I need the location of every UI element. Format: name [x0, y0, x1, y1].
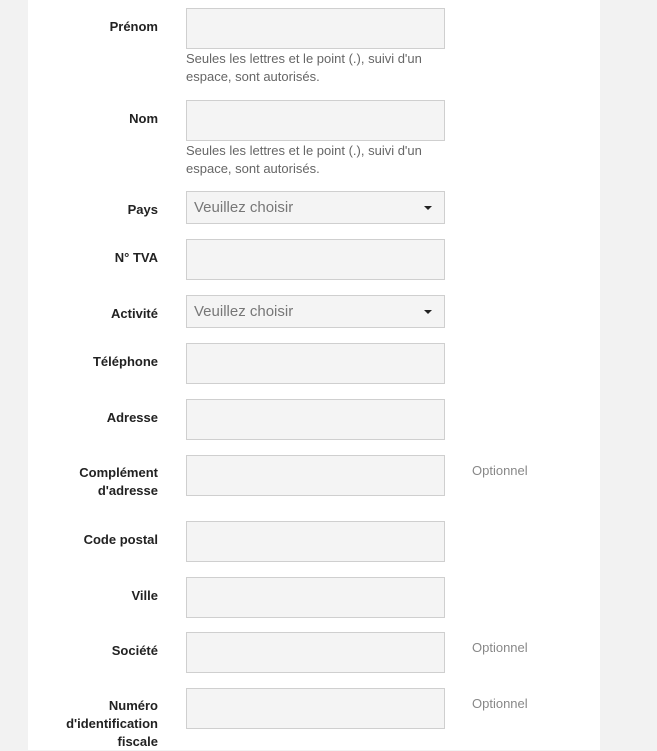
numero-fiscal-input[interactable] — [186, 688, 445, 729]
field-label: Complément d'adresse — [79, 465, 158, 498]
field-label: Nom — [129, 111, 158, 126]
select-value: Veuillez choisir — [194, 199, 294, 216]
nom-input[interactable] — [186, 100, 445, 141]
field-label: Pays — [127, 202, 158, 217]
help-text: Seules les lettres et le point (.), suiv… — [186, 143, 422, 176]
select-value: Veuillez choisir — [194, 303, 294, 320]
optional-label: Optionnel — [472, 640, 528, 655]
field-label: Prénom — [109, 19, 158, 34]
help-text: Seules les lettres et le point (.), suiv… — [186, 51, 422, 84]
field-label: Ville — [131, 588, 158, 603]
code-postal-input[interactable] — [186, 521, 445, 562]
societe-input[interactable] — [186, 632, 445, 673]
optional-label: Optionnel — [472, 696, 528, 711]
field-label: Numéro d'identification fiscale — [66, 698, 158, 749]
tva-input[interactable] — [186, 239, 445, 280]
activite-select[interactable]: Veuillez choisir — [186, 295, 445, 328]
field-label: Activité — [111, 306, 158, 321]
telephone-input[interactable] — [186, 343, 445, 384]
caret-down-icon — [424, 310, 432, 314]
optional-label: Optionnel — [472, 463, 528, 478]
caret-down-icon — [424, 206, 432, 210]
complement-input[interactable] — [186, 455, 445, 496]
field-label: Société — [111, 643, 158, 658]
field-label: N° TVA — [114, 250, 158, 265]
pays-select[interactable]: Veuillez choisir — [186, 191, 445, 224]
field-label: Téléphone — [92, 354, 158, 369]
prenom-input[interactable] — [186, 8, 445, 49]
field-label: Adresse — [106, 410, 158, 425]
adresse-input[interactable] — [186, 399, 445, 440]
field-label: Code postal — [83, 532, 158, 547]
ville-input[interactable] — [186, 577, 445, 618]
